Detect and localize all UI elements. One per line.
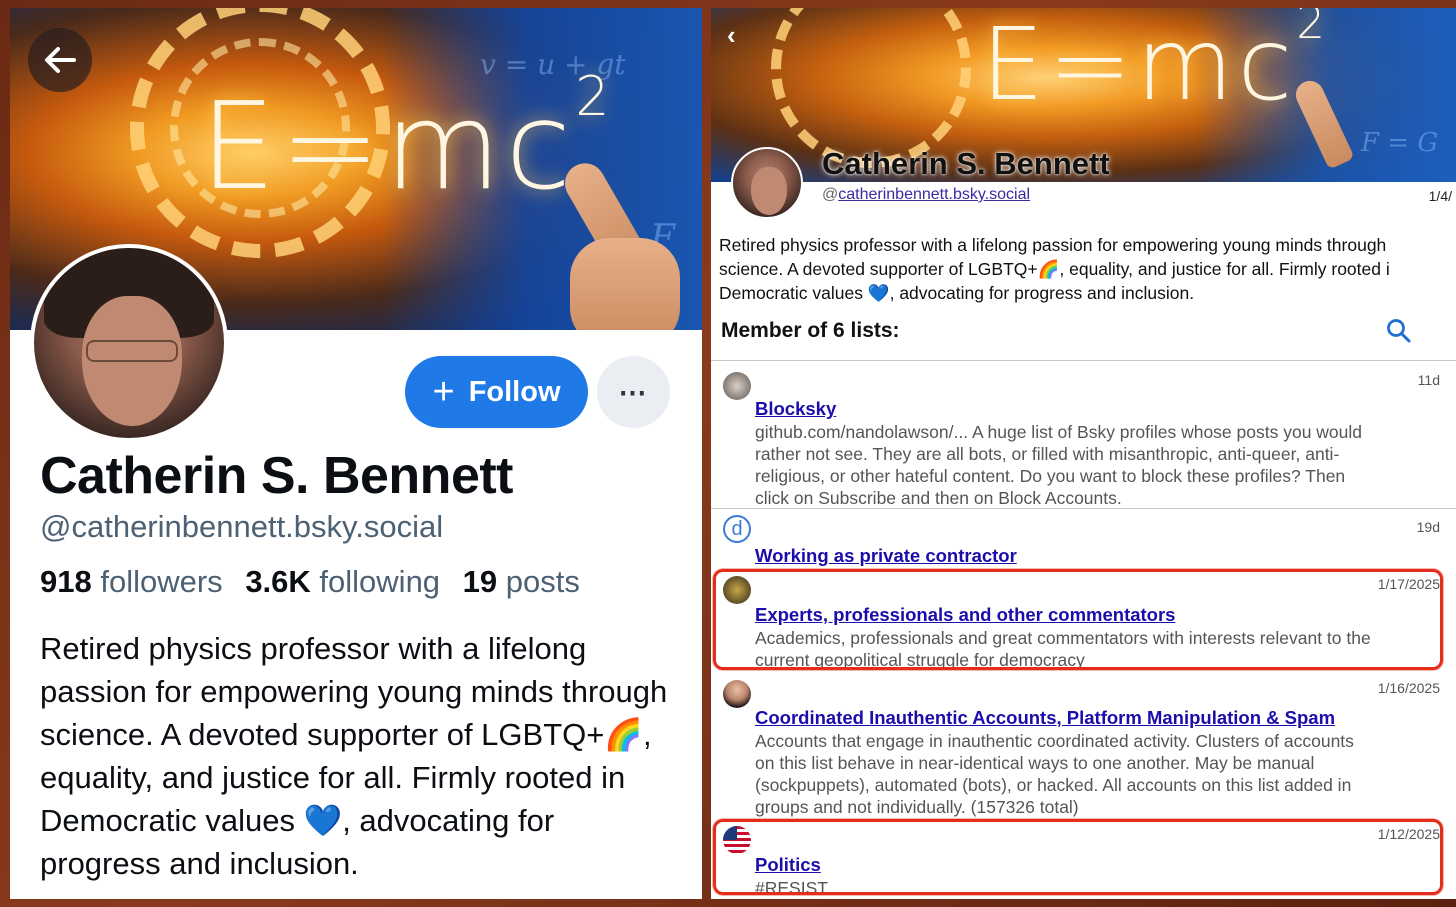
profile-avatar[interactable]: [30, 244, 228, 442]
profile-handle-small: @catherinbennett.bsky.social: [822, 186, 1031, 203]
banner-formula: E=mc2: [200, 64, 614, 217]
list-title-link[interactable]: Coordinated Inauthentic Accounts, Platfo…: [755, 707, 1335, 729]
plus-icon: +: [432, 371, 455, 413]
ellipsis-icon: ⋯: [618, 376, 649, 408]
arrow-left-icon: [45, 47, 76, 73]
list-item[interactable]: 1/16/2025 Coordinated Inauthentic Accoun…: [711, 676, 1456, 822]
letter-d-icon: d: [723, 515, 751, 543]
list-title-link[interactable]: Blocksky: [755, 398, 836, 420]
posts-stat: 19 posts: [462, 564, 580, 599]
profile-panel-left: v = u + gt F E=mc2 + Follow ⋯ Catherin S…: [10, 8, 702, 899]
profile-date: 1/4/: [1428, 188, 1452, 204]
follow-label: Follow: [468, 375, 561, 408]
search-icon[interactable]: [1385, 317, 1413, 345]
profile-name: Catherin S. Bennett: [40, 447, 514, 505]
list-avatar-icon: [723, 372, 751, 400]
list-item[interactable]: 11d Blocksky github.com/nandolawson/... …: [711, 364, 1456, 508]
profile-handle: @catherinbennett.bsky.social: [40, 509, 444, 544]
list-item[interactable]: d 19d Working as private contractor: [711, 511, 1456, 571]
back-button[interactable]: [28, 28, 92, 92]
profile-panel-right: E=mc2 F = G ‹ Catherin S. Bennett @cathe…: [711, 8, 1456, 899]
back-chevron-button[interactable]: ‹: [727, 20, 736, 51]
highlight-box: [713, 569, 1443, 670]
list-title-link[interactable]: Working as private contractor: [755, 545, 1017, 567]
more-options-button[interactable]: ⋯: [597, 356, 670, 428]
divider: [711, 360, 1456, 361]
profile-name-small: Catherin S. Bennett: [822, 146, 1110, 181]
profile-handle-link[interactable]: catherinbennett.bsky.social: [838, 186, 1030, 203]
list-avatar-icon: [723, 680, 751, 708]
followers-stat[interactable]: 918 followers: [40, 564, 223, 599]
profile-stats: 918 followers 3.6K following 19 posts: [40, 564, 580, 600]
profile-bio-small: Retired physics professor with a lifelon…: [719, 235, 1390, 303]
follow-button[interactable]: + Follow: [405, 356, 588, 428]
profile-avatar-small[interactable]: [731, 147, 803, 219]
profile-bio: Retired physics professor with a lifelon…: [40, 631, 668, 881]
member-of-lists-heading: Member of 6 lists:: [721, 319, 900, 342]
highlight-box: [713, 819, 1443, 895]
following-stat[interactable]: 3.6K following: [245, 564, 440, 599]
